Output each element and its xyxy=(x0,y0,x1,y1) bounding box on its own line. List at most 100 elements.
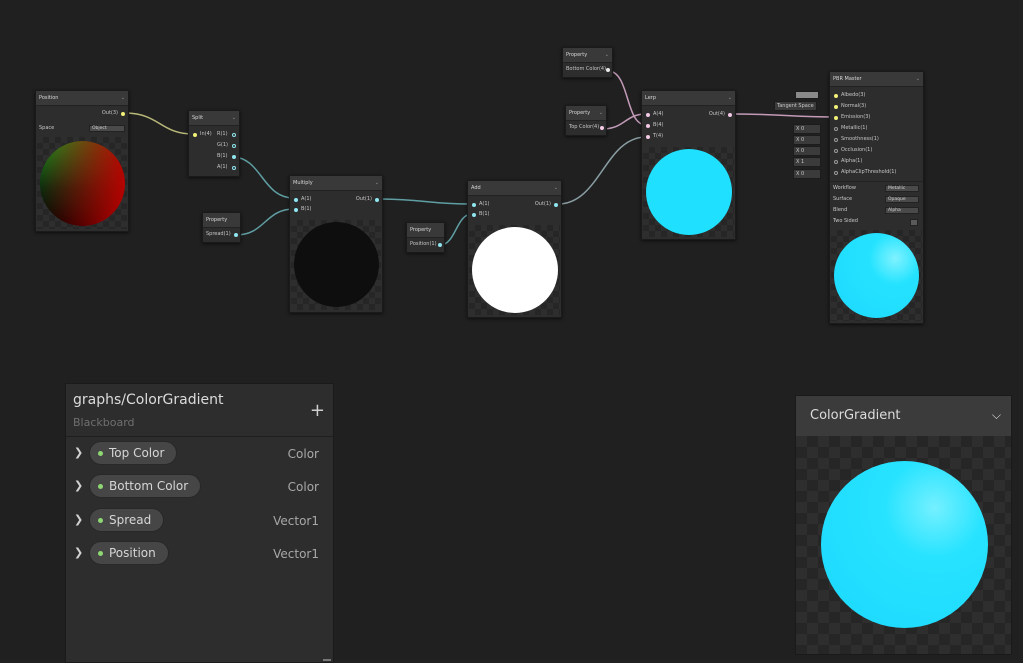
property-type: Color xyxy=(287,447,319,461)
split-g-port[interactable] xyxy=(232,144,236,148)
chevron-right-icon[interactable]: ❯ xyxy=(74,446,83,459)
add-a-port[interactable] xyxy=(472,203,476,207)
split-b-port[interactable] xyxy=(232,155,236,159)
metallic-port[interactable] xyxy=(834,127,838,131)
lerp-out-port[interactable] xyxy=(728,113,732,117)
wire-add-lerp xyxy=(557,136,647,205)
plus-icon[interactable]: + xyxy=(310,402,325,420)
main-preview-sphere xyxy=(821,461,988,628)
chevron-icon[interactable]: ⌄ xyxy=(375,176,379,190)
add-b-port[interactable] xyxy=(472,213,476,217)
smoothness-port[interactable] xyxy=(834,138,838,142)
lerp-b-port[interactable] xyxy=(646,124,650,128)
normal-label: Normal(3) xyxy=(841,103,867,109)
emission-port[interactable] xyxy=(834,116,838,120)
alpha-value[interactable]: X 1 xyxy=(793,157,821,167)
alphaclip-port[interactable] xyxy=(834,171,838,175)
two-sided-checkbox[interactable] xyxy=(910,219,918,226)
chevron-icon[interactable]: ⌄ xyxy=(916,72,920,86)
spread-out-port[interactable] xyxy=(234,233,238,237)
position-out-port[interactable] xyxy=(121,112,125,116)
pbr-master-node[interactable]: PBR Master ⌄ Albedo(3) Normal(3) Emission… xyxy=(829,71,924,324)
blackboard-panel[interactable]: graphs/ColorGradient Blackboard + ❯ Top … xyxy=(65,383,334,663)
property-pill[interactable]: Bottom Color xyxy=(89,474,202,498)
normal-port[interactable] xyxy=(834,105,838,109)
wire-lerp-pbr xyxy=(729,113,836,118)
property-top-color-node[interactable]: Property ⌄ Top Color(4) xyxy=(565,105,607,136)
multiply-a-port[interactable] xyxy=(294,198,298,202)
alpha-port[interactable] xyxy=(834,160,838,164)
property-bottom-color-node[interactable]: Property ⌄ Bottom Color(4) xyxy=(562,47,613,78)
top-color-out-port[interactable] xyxy=(600,126,604,130)
bottom-color-out-port[interactable] xyxy=(606,68,610,72)
chevron-icon[interactable]: ⌄ xyxy=(121,91,125,105)
chevron-icon[interactable]: ⌄ xyxy=(232,111,236,125)
chevron-right-icon[interactable]: ❯ xyxy=(74,479,83,492)
add-node[interactable]: Add ⌄ A(1) B(1) Out(1) xyxy=(467,180,562,318)
property-spread-node[interactable]: Property Spread(1) xyxy=(202,212,241,243)
lerp-out-label: Out(4) xyxy=(708,111,725,117)
albedo-port[interactable] xyxy=(834,94,838,98)
multiply-b-port[interactable] xyxy=(294,208,298,212)
lerp-t-port[interactable] xyxy=(646,135,650,139)
multiply-node[interactable]: Multiply ⌄ A(1) B(1) Out(1) xyxy=(289,175,383,313)
blackboard-property-row[interactable]: ❯ Bottom Color Color xyxy=(66,474,333,500)
blend-dropdown[interactable]: Alpha xyxy=(885,207,919,214)
pbr-sphere xyxy=(834,233,919,318)
surface-dropdown[interactable]: Opaque xyxy=(885,196,919,203)
split-node-title: Split ⌄ xyxy=(189,111,239,126)
smoothness-value[interactable]: X 0 xyxy=(793,135,821,145)
alphaclip-value[interactable]: X 0 xyxy=(793,169,821,179)
property-spread-title: Property xyxy=(203,213,240,228)
bottom-color-out-label: Bottom Color(4) xyxy=(566,66,607,72)
blackboard-property-row[interactable]: ❯ Spread Vector1 xyxy=(66,508,333,534)
pbr-master-title: PBR Master ⌄ xyxy=(830,72,923,87)
property-name: Position xyxy=(109,546,156,560)
multiply-node-title: Multiply ⌄ xyxy=(290,176,382,191)
lerp-a-port[interactable] xyxy=(646,113,650,117)
main-preview-canvas[interactable] xyxy=(796,436,1011,654)
split-r-label: R(1) xyxy=(217,131,228,137)
occlusion-port[interactable] xyxy=(834,149,838,153)
chevron-icon[interactable]: ⌄ xyxy=(554,181,558,195)
blackboard-property-row[interactable]: ❯ Position Vector1 xyxy=(66,541,333,567)
split-r-port[interactable] xyxy=(232,133,236,137)
wire-split-multiply xyxy=(231,156,295,199)
chevron-icon[interactable]: ⌄ xyxy=(728,91,732,105)
multiply-out-port[interactable] xyxy=(375,198,379,202)
chevron-icon[interactable]: ⌄ xyxy=(605,48,609,62)
split-in-port[interactable] xyxy=(193,133,197,137)
top-color-out-label: Top Color(4) xyxy=(569,124,600,130)
lerp-node[interactable]: Lerp ⌄ A(4) B(4) T(4) Out(4) xyxy=(641,90,736,240)
position-prop-out-label: Position(1) xyxy=(410,241,437,247)
split-a-port[interactable] xyxy=(232,166,236,170)
metallic-value[interactable]: X 0 xyxy=(793,124,821,134)
property-dot-icon xyxy=(98,484,103,489)
multiply-preview xyxy=(291,220,381,310)
normal-space-tag[interactable]: Tangent Space xyxy=(774,101,817,111)
position-node[interactable]: Position ⌄ Out(3) Space Object xyxy=(35,90,129,232)
property-pill[interactable]: Position xyxy=(89,541,169,565)
chevron-down-icon[interactable]: ⌵ xyxy=(992,408,1001,423)
occlusion-value[interactable]: X 0 xyxy=(793,146,821,156)
spread-out-label: Spread(1) xyxy=(206,231,231,237)
albedo-label: Albedo(3) xyxy=(841,92,866,98)
add-out-port[interactable] xyxy=(554,203,558,207)
chevron-right-icon[interactable]: ❯ xyxy=(74,513,83,526)
resize-handle[interactable] xyxy=(323,659,331,661)
main-preview-panel[interactable]: ColorGradient ⌵ xyxy=(795,395,1012,655)
workflow-dropdown[interactable]: Metallic xyxy=(885,185,919,192)
property-bottom-title: Property ⌄ xyxy=(563,48,612,63)
property-position-node[interactable]: Property Position(1) xyxy=(406,222,445,253)
albedo-color-swatch[interactable] xyxy=(795,91,819,99)
property-pill[interactable]: Spread xyxy=(89,508,165,532)
wire-multiply-add xyxy=(377,198,473,205)
position-prop-out-port[interactable] xyxy=(438,243,442,247)
property-pill[interactable]: Top Color xyxy=(89,441,178,465)
chevron-icon[interactable]: ⌄ xyxy=(599,106,603,120)
split-node[interactable]: Split ⌄ In(4) R(1) G(1) B(1) A(1) xyxy=(188,110,240,177)
blackboard-property-row[interactable]: ❯ Top Color Color xyxy=(66,441,333,467)
chevron-right-icon[interactable]: ❯ xyxy=(74,546,83,559)
split-b-label: B(1) xyxy=(217,153,228,159)
space-dropdown[interactable]: Object xyxy=(89,125,125,132)
